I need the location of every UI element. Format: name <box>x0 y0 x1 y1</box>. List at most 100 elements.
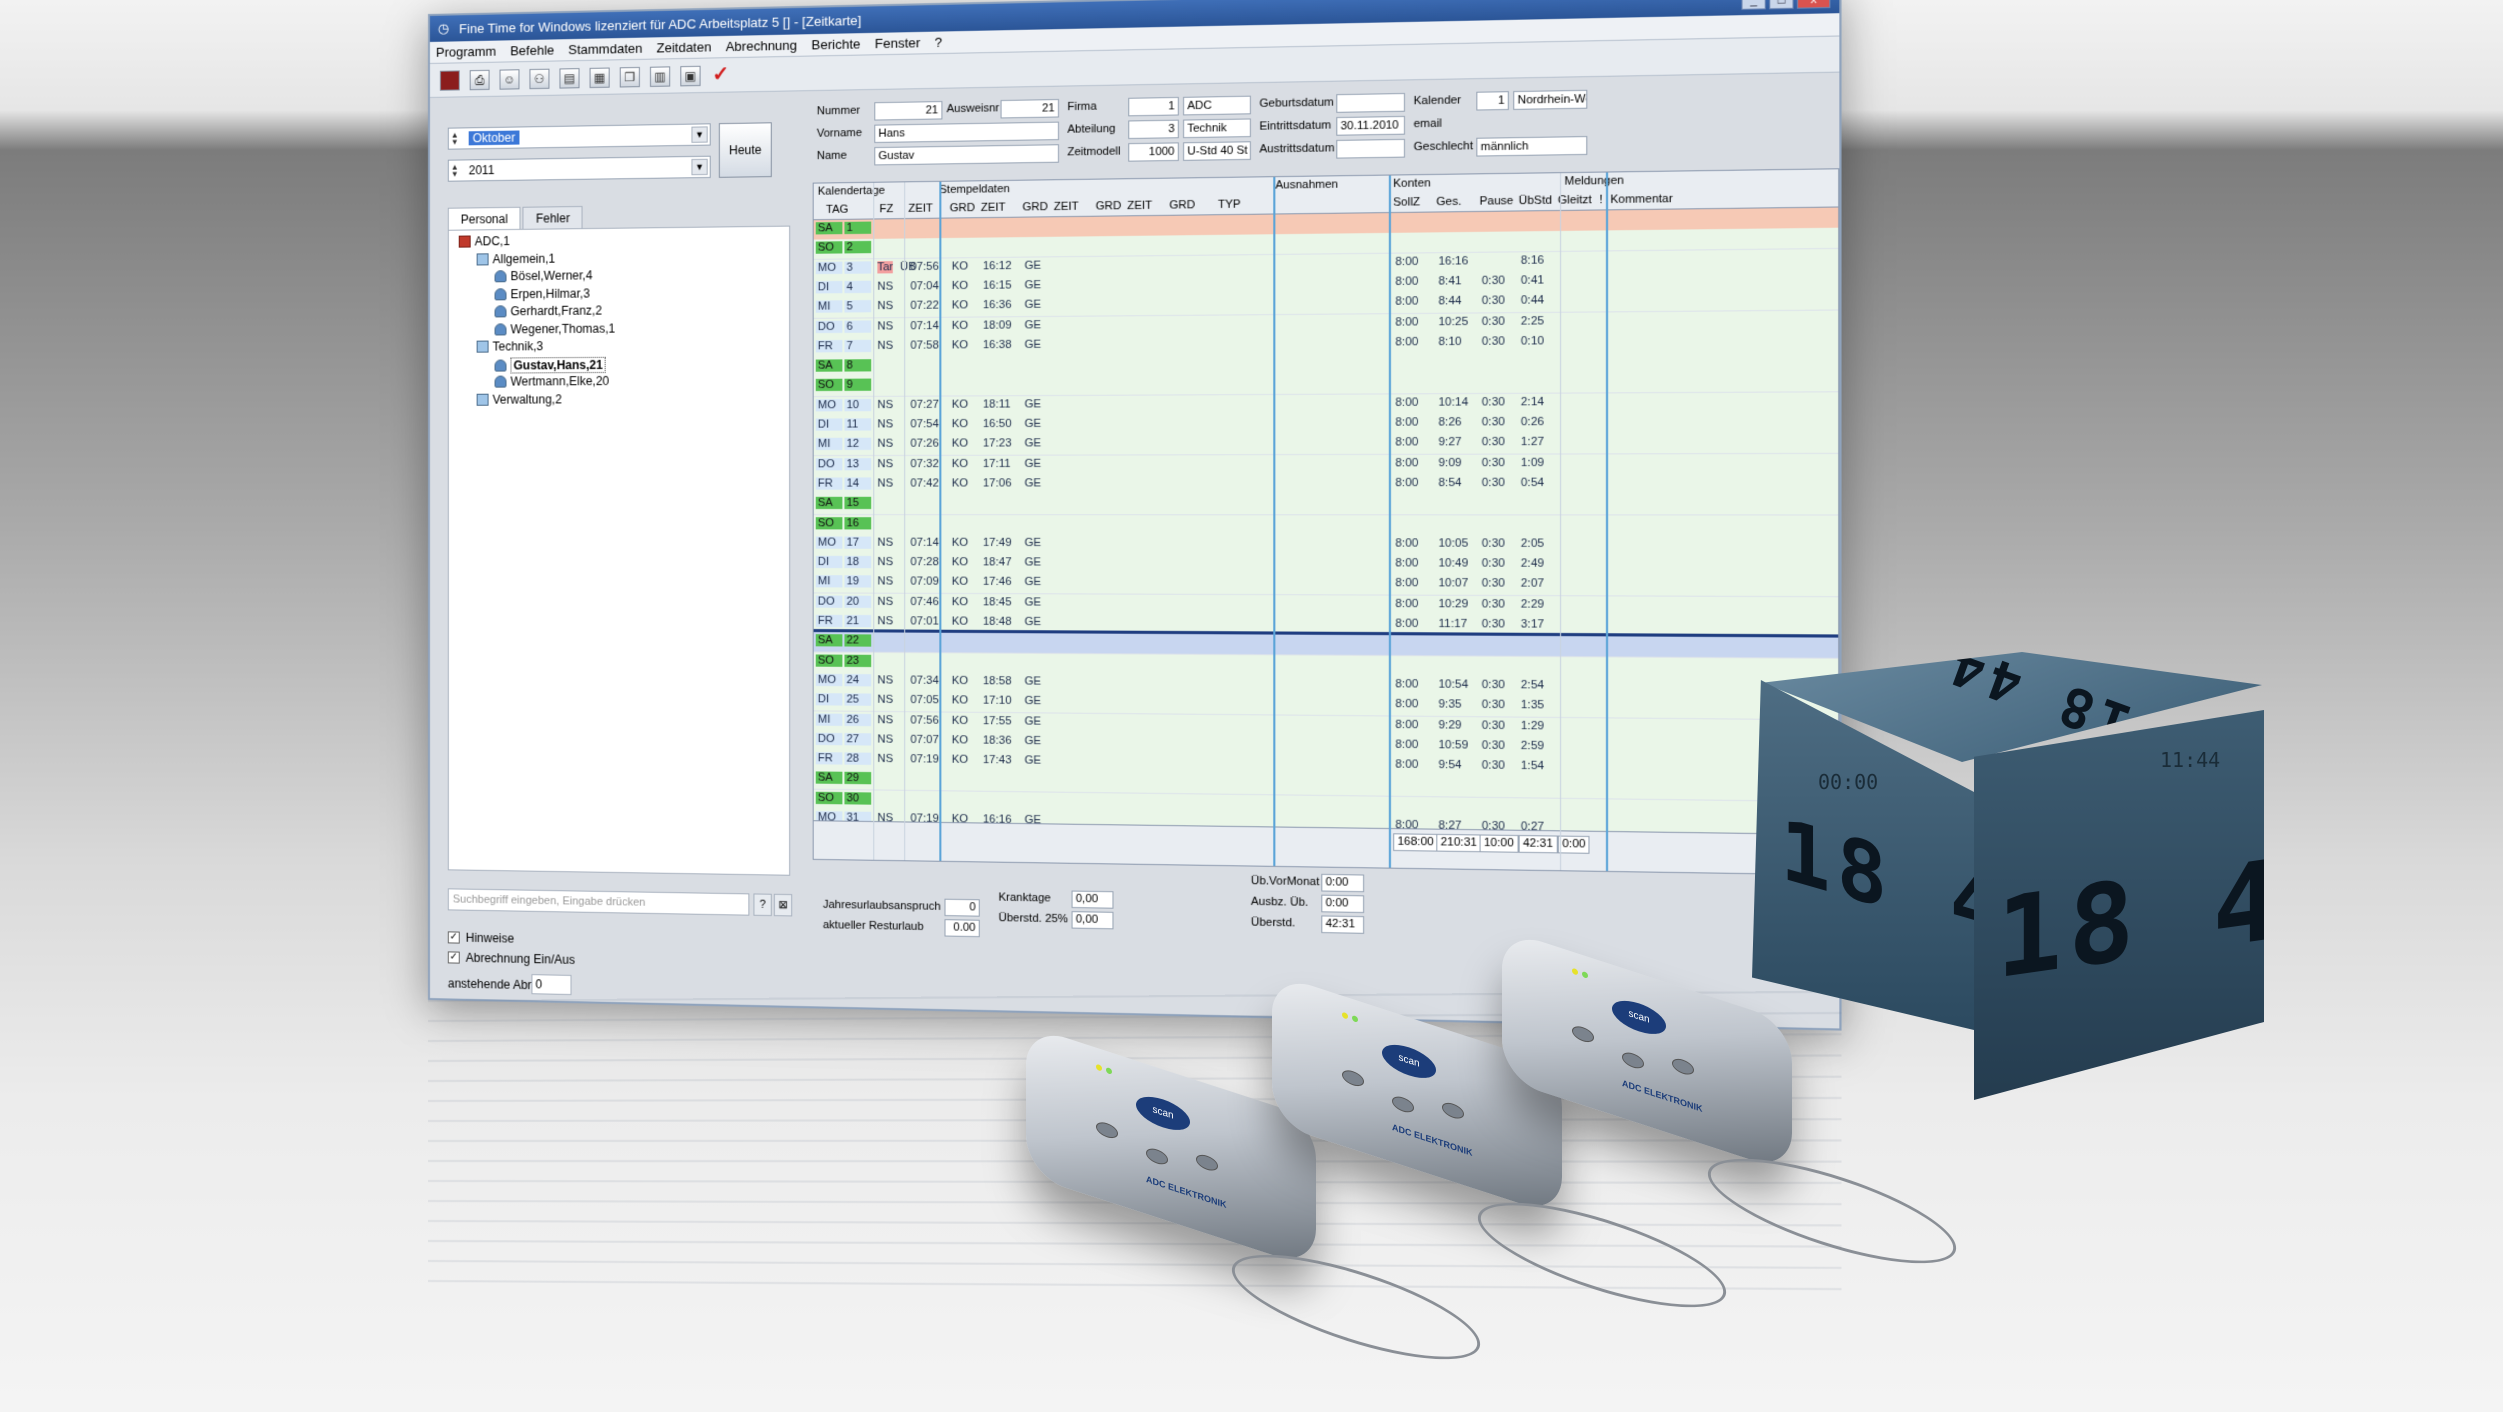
scan-button[interactable]: scan <box>1136 1090 1190 1137</box>
search-clear-button[interactable]: ⊠ <box>773 893 793 917</box>
ausbz-field[interactable]: 0:00 <box>1321 894 1365 914</box>
menu-zeitdaten[interactable]: Zeitdaten <box>657 39 712 55</box>
menu-fenster[interactable]: Fenster <box>875 35 920 51</box>
krank-field[interactable]: 0,00 <box>1071 890 1114 909</box>
menu-programm[interactable]: Programm <box>436 44 496 60</box>
tree-node[interactable]: Gustav,Hans,21 <box>494 356 606 374</box>
vorname-field[interactable]: Hans <box>874 121 1059 144</box>
column-header[interactable]: ! <box>1599 194 1602 207</box>
clear-icon[interactable] <box>1672 1056 1694 1078</box>
tree-node[interactable]: Erpen,Hilmar,3 <box>494 286 590 301</box>
column-header[interactable]: ZEIT <box>1127 200 1152 213</box>
ueberstd-field[interactable]: 42:31 <box>1321 915 1365 934</box>
table-row[interactable]: DO 13 NS 07:32 KO 17:11 GE 8:00 9:09 0:30 1:09 <box>813 453 1840 477</box>
rest-field[interactable]: 0.00 <box>944 919 980 938</box>
vormonat-field[interactable]: 0:00 <box>1321 873 1365 893</box>
nummer-field[interactable]: 21 <box>874 101 943 121</box>
tree-node[interactable]: ADC,1 <box>458 234 510 249</box>
column-header[interactable]: ZEIT <box>1054 200 1079 213</box>
person-icon[interactable]: ☺ <box>499 68 520 90</box>
column-header[interactable]: ZEIT <box>981 201 1006 214</box>
geburtsdatum-field[interactable] <box>1336 92 1405 113</box>
power-icon[interactable] <box>1096 1119 1118 1141</box>
search-input[interactable]: Suchbegriff eingeben, Eingabe drücken <box>447 888 750 916</box>
eintritt-field[interactable]: 30.11.2010 <box>1336 115 1405 136</box>
ok-icon[interactable] <box>1146 1145 1168 1168</box>
menu-abrechnung[interactable]: Abrechnung <box>726 38 797 55</box>
chevron-down-icon[interactable]: ▼ <box>691 126 708 143</box>
zeitmodell-nr-field[interactable]: 1000 <box>1128 142 1179 162</box>
table-row[interactable]: SO 16 <box>813 514 1840 537</box>
column-header[interactable]: GRD <box>1022 201 1048 214</box>
clear-icon[interactable] <box>1196 1152 1218 1174</box>
tab-fehler[interactable]: Fehler <box>522 205 583 230</box>
anstehende-field[interactable]: 0 <box>531 974 572 996</box>
calculator-icon[interactable]: ▥ <box>649 65 671 87</box>
geschlecht-field[interactable]: männlich <box>1476 136 1588 157</box>
ueberstd25-field[interactable]: 0,00 <box>1071 911 1114 930</box>
column-header[interactable]: GRD <box>1096 200 1122 213</box>
column-header[interactable]: Pause <box>1480 195 1514 208</box>
abrechnung-checkbox[interactable]: ✓ Abrechnung Ein/Aus <box>447 950 575 967</box>
menu-help[interactable]: ? <box>935 35 942 50</box>
power-icon[interactable] <box>1572 1023 1594 1045</box>
tree-node[interactable]: Technik,3 <box>476 339 543 354</box>
checkmark-icon[interactable]: ✓ <box>711 63 731 86</box>
abteilung-field[interactable]: Technik <box>1183 118 1251 139</box>
scan-button[interactable]: scan <box>1612 994 1666 1041</box>
document-icon[interactable]: ▦ <box>589 67 610 88</box>
tab-personal[interactable]: Personal <box>447 206 521 231</box>
month-spinner-icon[interactable]: ▲ ▼ <box>451 130 459 146</box>
column-header[interactable]: FZ <box>879 203 893 215</box>
urlaub-field[interactable]: 0 <box>944 898 980 917</box>
minimize-button[interactable]: _ <box>1741 0 1766 10</box>
tree-node[interactable]: Allgemein,1 <box>476 251 555 266</box>
year-select[interactable]: ▲ ▼ 2011 ▼ <box>447 155 711 182</box>
abteilung-nr-field[interactable]: 3 <box>1128 119 1179 140</box>
kalender-field[interactable]: Nordrhein-We <box>1513 89 1588 110</box>
tree-node[interactable]: Bösel,Werner,4 <box>494 268 592 283</box>
checkbox-icon[interactable]: ✓ <box>447 951 460 964</box>
column-header[interactable]: TAG <box>826 203 848 216</box>
ausweis-field[interactable]: 21 <box>1000 98 1059 119</box>
chevron-down-icon[interactable]: ▼ <box>691 158 708 176</box>
menu-berichte[interactable]: Berichte <box>811 36 860 52</box>
ok-icon[interactable] <box>1622 1049 1644 1072</box>
table-row[interactable]: FR 14 NS 07:42 KO 17:06 GE 8:00 8:54 0:30 0:54 <box>813 473 1840 496</box>
column-header[interactable]: Kommentar <box>1610 193 1672 206</box>
column-header[interactable]: TYP <box>1218 198 1241 211</box>
year-spinner-icon[interactable]: ▲ ▼ <box>451 163 459 179</box>
exit-icon[interactable] <box>439 69 460 91</box>
menu-stammdaten[interactable]: Stammdaten <box>568 41 642 58</box>
close-button[interactable]: x <box>1796 0 1831 9</box>
column-header[interactable]: GRD <box>1169 199 1195 212</box>
group-icon[interactable]: ⚇ <box>529 68 550 89</box>
column-header[interactable]: Gleitzt <box>1558 194 1592 207</box>
column-header[interactable]: ÜbStd <box>1519 194 1552 207</box>
save-icon[interactable]: ▣ <box>680 65 701 86</box>
print-icon[interactable]: ⎙ <box>469 69 490 90</box>
zeitmodell-field[interactable]: U-Std 40 St <box>1183 141 1251 161</box>
clear-icon[interactable] <box>1442 1100 1464 1122</box>
firma-field[interactable]: ADC <box>1183 95 1251 116</box>
table-row[interactable]: SA 15 <box>813 494 1840 516</box>
ok-icon[interactable] <box>1392 1093 1414 1116</box>
maximize-button[interactable]: □ <box>1769 0 1794 10</box>
column-header[interactable]: ZEIT <box>908 202 933 215</box>
firma-nr-field[interactable]: 1 <box>1128 96 1179 117</box>
austritt-field[interactable] <box>1336 138 1405 159</box>
copy-icon[interactable]: ❐ <box>619 66 640 87</box>
column-header[interactable]: GRD <box>950 202 975 215</box>
column-header[interactable]: SollZ <box>1393 196 1420 209</box>
today-button[interactable]: Heute <box>718 122 772 178</box>
tree-node[interactable]: Verwaltung,2 <box>476 392 562 406</box>
scan-button[interactable]: scan <box>1382 1038 1436 1085</box>
power-icon[interactable] <box>1342 1067 1364 1089</box>
name-field[interactable]: Gustav <box>874 144 1059 166</box>
column-header[interactable]: Ges. <box>1436 195 1461 208</box>
hinweise-checkbox[interactable]: ✓ Hinweise <box>447 930 514 946</box>
tree-node[interactable]: Gerhardt,Franz,2 <box>494 303 602 318</box>
tree-node[interactable]: Wertmann,Elke,20 <box>494 374 609 389</box>
checkbox-icon[interactable]: ✓ <box>447 931 460 944</box>
kalender-nr-field[interactable]: 1 <box>1476 91 1509 111</box>
